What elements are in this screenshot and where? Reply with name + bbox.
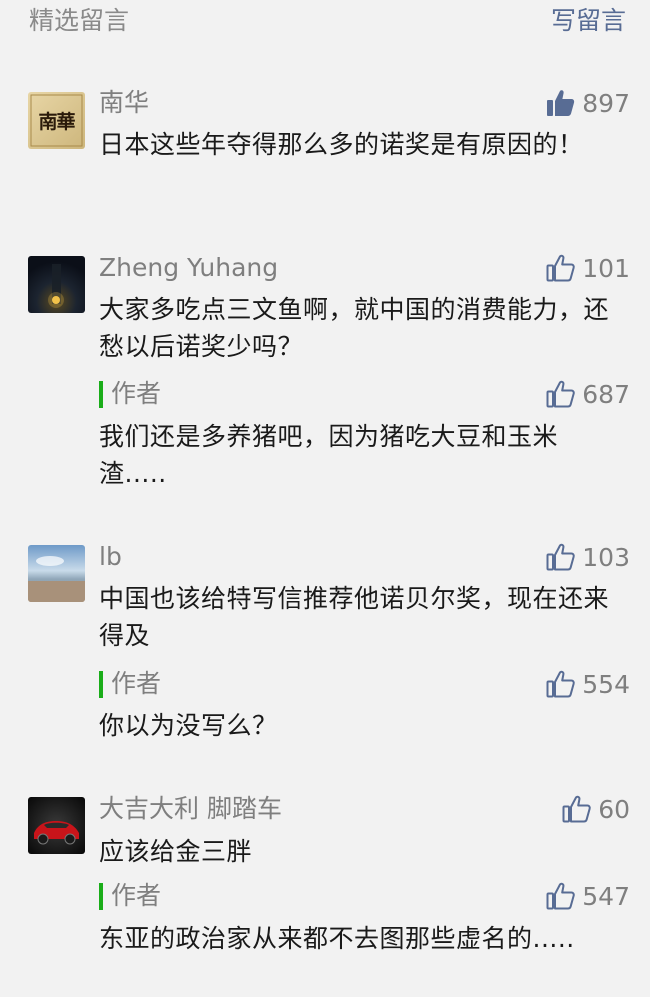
thumbs-up-icon — [546, 881, 576, 911]
thumbs-up-icon — [546, 379, 576, 409]
author-reply-marker — [99, 670, 103, 698]
reply-like-button[interactable]: 547 — [546, 879, 630, 913]
like-count: 101 — [582, 253, 630, 283]
author-reply-marker — [99, 380, 103, 408]
thumbs-up-filled-icon — [546, 88, 576, 118]
like-count: 554 — [582, 669, 630, 699]
comment-nickname: Zheng Yuhang — [99, 253, 279, 282]
write-comment-link[interactable]: 写留言 — [551, 4, 626, 38]
avatar[interactable]: 南華 — [28, 92, 85, 149]
author-reply-label: 作者 — [99, 377, 161, 411]
like-button[interactable]: 897 — [546, 86, 630, 120]
thumbs-up-icon — [546, 253, 576, 283]
author-reply-marker — [99, 882, 103, 910]
comment-nickname: lb — [99, 542, 122, 571]
like-count: 897 — [582, 88, 630, 118]
like-button[interactable]: 101 — [546, 251, 630, 285]
author-reply-label: 作者 — [99, 879, 161, 913]
comment-nickname: 大吉大利 脚踏车 — [99, 794, 282, 823]
comment-nickname: 南华 — [99, 88, 150, 117]
author-reply-text: 你以为没写么？ — [99, 711, 278, 740]
comments-header: 精选留言 写留言 — [0, 0, 650, 44]
reply-like-button[interactable]: 687 — [546, 377, 630, 411]
like-button[interactable]: 60 — [562, 792, 630, 826]
avatar[interactable] — [28, 797, 85, 854]
comment-text: 应该给金三胖 — [99, 837, 253, 866]
thumbs-up-icon — [546, 669, 576, 699]
author-reply-text: 我们还是多养猪吧，因为猪吃大豆和玉米渣..... — [99, 422, 559, 488]
thumbs-up-icon — [562, 794, 592, 824]
avatar[interactable] — [28, 256, 85, 313]
like-count: 687 — [582, 379, 630, 409]
comment-text: 大家多吃点三文鱼啊，就中国的消费能力，还愁以后诺奖少吗？ — [99, 295, 610, 361]
avatar-calligraphy: 南華 — [38, 111, 75, 133]
section-title: 精选留言 — [29, 6, 130, 35]
author-reply-label: 作者 — [99, 667, 161, 701]
comment-text: 日本这些年夺得那么多的诺奖是有原因的！ — [99, 130, 584, 159]
comment-text: 中国也该给特写信推荐他诺贝尔奖，现在还来得及 — [99, 584, 610, 650]
like-count: 60 — [598, 794, 630, 824]
author-reply-text: 东亚的政治家从来都不去图那些虚名的..... — [99, 924, 575, 953]
avatar[interactable] — [28, 545, 85, 602]
like-button[interactable]: 103 — [546, 540, 630, 574]
reply-like-button[interactable]: 554 — [546, 667, 630, 701]
thumbs-up-icon — [546, 542, 576, 572]
like-count: 547 — [582, 881, 630, 911]
like-count: 103 — [582, 542, 630, 572]
